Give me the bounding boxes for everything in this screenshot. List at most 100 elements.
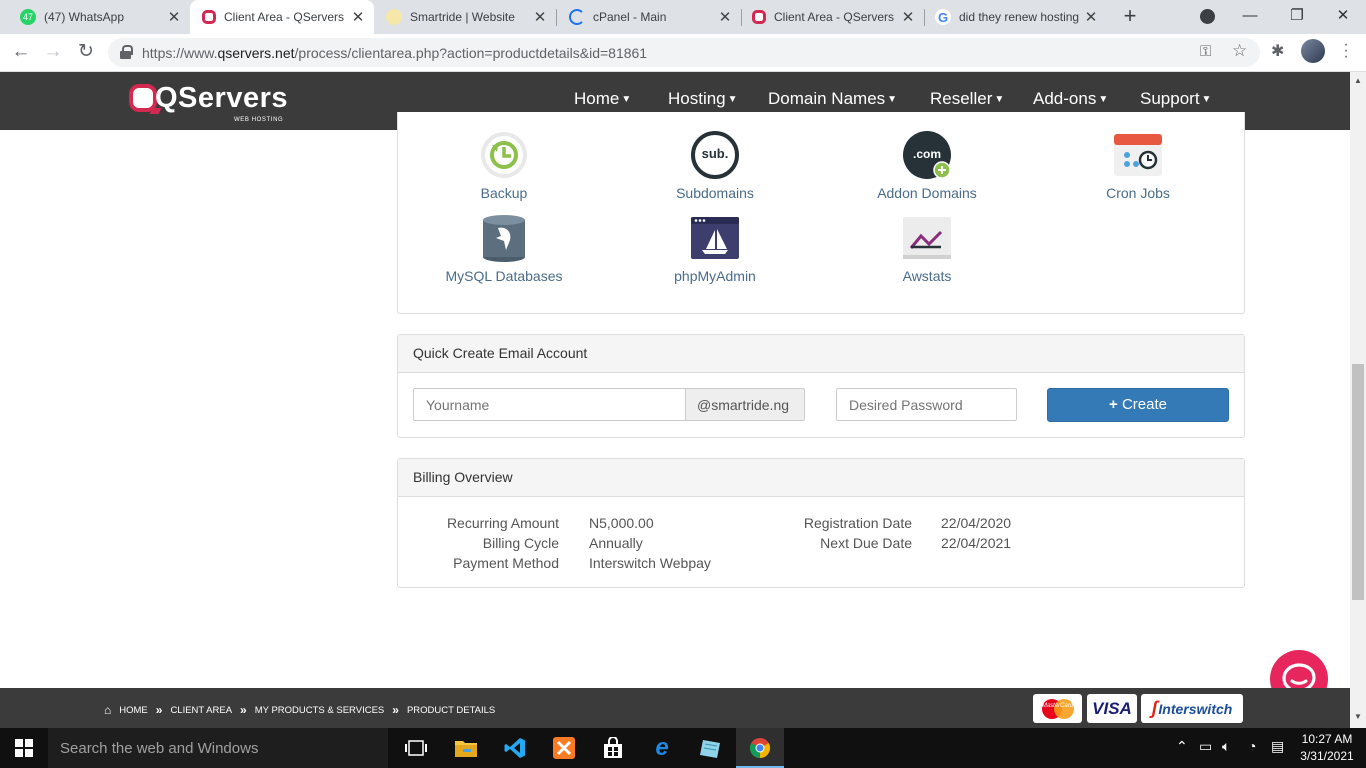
clock-date: 3/31/2021 (1300, 749, 1354, 763)
menu-support[interactable]: Support ▼ (1140, 89, 1211, 109)
tab-cpanel[interactable]: cPanel - Main ✕ (557, 0, 741, 34)
scroll-down-arrow-icon[interactable]: ▼ (1354, 712, 1362, 721)
breadcrumb-products-services[interactable]: MY PRODUCTS & SERVICES (255, 705, 385, 716)
close-tab-icon[interactable]: ✕ (1081, 8, 1101, 26)
tool-phpmyadmin[interactable]: phpMyAdmin (635, 214, 795, 284)
close-tab-icon[interactable]: ✕ (164, 8, 184, 26)
page-scrollbar[interactable]: ▲ ▼ (1350, 72, 1366, 728)
subdomains-icon: sub. (691, 131, 739, 179)
tool-awstats[interactable]: Awstats (847, 214, 1007, 284)
logo-mark-icon (129, 84, 157, 112)
tool-backup[interactable]: Backup (424, 131, 584, 201)
forward-icon[interactable]: → (41, 40, 65, 64)
menu-domain-names[interactable]: Domain Names ▼ (768, 89, 897, 109)
close-tab-icon[interactable]: ✕ (348, 8, 368, 26)
tool-label: Subdomains (676, 185, 754, 201)
tab-google-search[interactable]: G did they renew hosting ✕ (923, 0, 1107, 34)
vscode-icon[interactable] (499, 734, 531, 762)
caret-down-icon: ▼ (887, 93, 898, 105)
edge-icon[interactable]: e (646, 734, 678, 762)
close-tab-icon[interactable]: ✕ (530, 8, 550, 26)
whatsapp-icon: 47 (20, 9, 36, 25)
menu-home-label: Home (574, 89, 620, 108)
task-view-icon[interactable] (400, 734, 432, 762)
tab-title: Client Area - QServers (224, 10, 345, 24)
qservers-favicon (202, 10, 216, 24)
xampp-icon[interactable] (548, 734, 580, 762)
tab-whatsapp[interactable]: 47 (47) WhatsApp ✕ (8, 0, 190, 34)
tab-smartride[interactable]: Smartride | Website ✕ (374, 0, 556, 34)
taskbar-search-box[interactable]: Search the web and Windows (48, 728, 388, 768)
breadcrumb-client-area[interactable]: CLIENT AREA (170, 705, 232, 716)
extensions-icon[interactable]: ✱ (1271, 41, 1284, 61)
tool-addon-domains[interactable]: .com Addon Domains (847, 131, 1007, 201)
caret-down-icon: ▼ (1201, 93, 1212, 105)
close-window-icon[interactable]: ✕ (1331, 4, 1355, 28)
mysql-databases-icon (480, 214, 528, 262)
minimize-icon[interactable]: — (1238, 4, 1262, 28)
tool-label: Addon Domains (877, 185, 977, 201)
tray-expand-icon[interactable]: ⌃ (1176, 738, 1188, 755)
mastercard-logo: MasterCard (1033, 694, 1082, 723)
tool-subdomains[interactable]: sub. Subdomains (635, 131, 795, 201)
tab-client-area-2[interactable]: Client Area - QServers ✕ (740, 0, 924, 34)
tab-search-icon[interactable] (1195, 4, 1219, 28)
restore-icon[interactable]: ❐ (1285, 4, 1309, 28)
plus-icon: + (1109, 396, 1118, 413)
email-username-input[interactable] (413, 388, 686, 421)
key-icon[interactable]: ⚿ (1200, 43, 1211, 60)
menu-add-ons[interactable]: Add-ons ▼ (1033, 89, 1108, 109)
addon-domains-icon: .com (903, 131, 951, 179)
lock-icon[interactable] (120, 45, 133, 59)
reload-icon[interactable]: ↻ (74, 40, 98, 64)
menu-hosting[interactable]: Hosting ▼ (668, 89, 738, 109)
windows-taskbar: Search the web and Windows e ⌃ ▭ 🔈︎ ◔ ▤ … (0, 728, 1366, 768)
quick-create-email-panel: Quick Create Email Account @smartride.ng… (397, 334, 1245, 438)
action-center-icon[interactable]: ▤ (1271, 738, 1284, 755)
bookmark-star-icon[interactable]: ☆ (1232, 41, 1247, 61)
email-password-input[interactable] (836, 388, 1017, 421)
file-explorer-icon[interactable] (450, 734, 482, 762)
phpmyadmin-icon (691, 214, 739, 262)
double-chevron-icon: » (240, 703, 247, 717)
tool-mysql-databases[interactable]: MySQL Databases (424, 214, 584, 284)
breadcrumb-home[interactable]: HOME (119, 705, 148, 716)
windows-start-icon[interactable] (8, 734, 40, 762)
store-icon[interactable] (597, 734, 629, 762)
volume-icon[interactable]: 🔈︎ (1222, 738, 1230, 755)
address-bar[interactable]: https://www.qservers.net/process/clienta… (108, 38, 1260, 67)
create-email-button[interactable]: + Create (1047, 388, 1229, 422)
interswitch-swoosh-icon: ʃ (1151, 698, 1158, 718)
profile-avatar[interactable] (1301, 39, 1325, 63)
chrome-icon[interactable] (744, 734, 776, 762)
browser-tab-strip: 47 (47) WhatsApp ✕ Client Area - QServer… (0, 0, 1366, 34)
network-icon[interactable]: ◔ (1248, 738, 1256, 754)
caret-down-icon: ▼ (621, 93, 632, 105)
billing-values-right: 22/04/2020 22/04/2021 (941, 513, 1091, 553)
billing-labels-left: Recurring Amount Billing Cycle Payment M… (418, 513, 559, 573)
new-tab-icon[interactable]: + (1119, 4, 1141, 30)
taskbar-clock[interactable]: 10:27 AM 3/31/2021 (1296, 731, 1358, 765)
menu-reseller[interactable]: Reseller ▼ (930, 89, 1004, 109)
tab-client-area-active[interactable]: Client Area - QServers ✕ (190, 0, 374, 34)
tool-label: Cron Jobs (1106, 185, 1170, 201)
home-icon: ⌂ (104, 703, 112, 717)
back-icon[interactable]: ← (9, 40, 33, 64)
scroll-up-arrow-icon[interactable]: ▲ (1354, 76, 1362, 85)
battery-icon[interactable]: ▭ (1199, 738, 1212, 755)
chrome-menu-icon[interactable]: · · · (1343, 37, 1349, 65)
scrollbar-thumb[interactable] (1352, 364, 1364, 600)
tool-cron-jobs[interactable]: Cron Jobs (1058, 131, 1218, 201)
menu-hosting-label: Hosting (668, 89, 726, 108)
registration-date-label: Registration Date (803, 515, 912, 531)
close-tab-icon[interactable]: ✕ (715, 8, 735, 26)
tool-label: MySQL Databases (445, 268, 563, 284)
caret-down-icon: ▼ (727, 93, 738, 105)
notes-app-icon[interactable] (695, 734, 727, 762)
tab-title: Smartride | Website (410, 10, 515, 24)
tool-label: phpMyAdmin (674, 268, 756, 284)
menu-home[interactable]: Home ▼ (574, 89, 631, 109)
clock-time: 10:27 AM (1301, 732, 1353, 746)
url-text[interactable]: https://www.qservers.net/process/clienta… (142, 45, 647, 61)
close-tab-icon[interactable]: ✕ (898, 8, 918, 26)
